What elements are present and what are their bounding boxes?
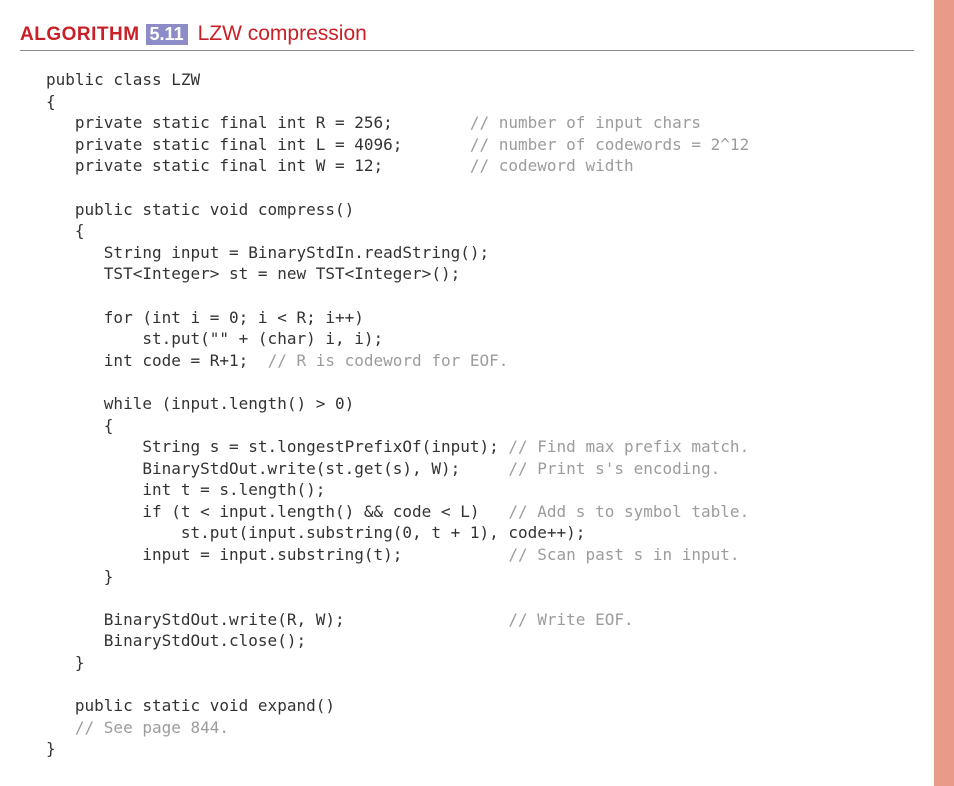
code-line: } — [46, 653, 85, 672]
code-line: private static final int W = 12; — [46, 156, 470, 175]
code-comment: // Write EOF. — [508, 610, 633, 629]
code-line: { — [46, 92, 56, 111]
code-line: { — [46, 416, 113, 435]
page: ALGORITHM 5.11 LZW compression public cl… — [0, 0, 934, 786]
code-line: public static void compress() — [46, 200, 354, 219]
code-line: while (input.length() > 0) — [46, 394, 354, 413]
code-line: int code = R+1; — [46, 351, 268, 370]
code-line: if (t < input.length() && code < L) — [46, 502, 508, 521]
code-comment: // Print s's encoding. — [508, 459, 720, 478]
code-line: public class LZW — [46, 70, 200, 89]
code-line: public static void expand() — [46, 696, 335, 715]
code-line: String input = BinaryStdIn.readString(); — [46, 243, 489, 262]
code-comment: // R is codeword for EOF. — [268, 351, 509, 370]
code-line: { — [46, 221, 85, 240]
code-comment: // codeword width — [470, 156, 634, 175]
code-comment: // Find max prefix match. — [508, 437, 749, 456]
code-line: BinaryStdOut.close(); — [46, 631, 306, 650]
code-line: st.put(input.substring(0, t + 1), code++… — [46, 523, 585, 542]
code-listing: public class LZW { private static final … — [20, 69, 914, 760]
code-line: } — [46, 739, 56, 758]
code-line: int t = s.length(); — [46, 480, 325, 499]
code-line: for (int i = 0; i < R; i++) — [46, 308, 364, 327]
code-comment: // number of input chars — [470, 113, 701, 132]
code-line: } — [46, 567, 113, 586]
algorithm-number: 5.11 — [146, 24, 188, 45]
code-line: String s = st.longestPrefixOf(input); — [46, 437, 508, 456]
algorithm-header: ALGORITHM 5.11 LZW compression — [20, 22, 914, 51]
code-line: st.put("" + (char) i, i); — [46, 329, 383, 348]
algorithm-label: ALGORITHM — [20, 24, 140, 46]
code-line: BinaryStdOut.write(st.get(s), W); — [46, 459, 508, 478]
algorithm-title: LZW compression — [198, 22, 367, 46]
code-line: TST<Integer> st = new TST<Integer>(); — [46, 264, 460, 283]
code-comment: // See page 844. — [46, 718, 229, 737]
code-line: private static final int L = 4096; — [46, 135, 470, 154]
code-comment: // Scan past s in input. — [508, 545, 739, 564]
code-line: private static final int R = 256; — [46, 113, 470, 132]
code-comment: // number of codewords = 2^12 — [470, 135, 749, 154]
code-line: input = input.substring(t); — [46, 545, 508, 564]
code-line: BinaryStdOut.write(R, W); — [46, 610, 508, 629]
code-comment: // Add s to symbol table. — [508, 502, 749, 521]
